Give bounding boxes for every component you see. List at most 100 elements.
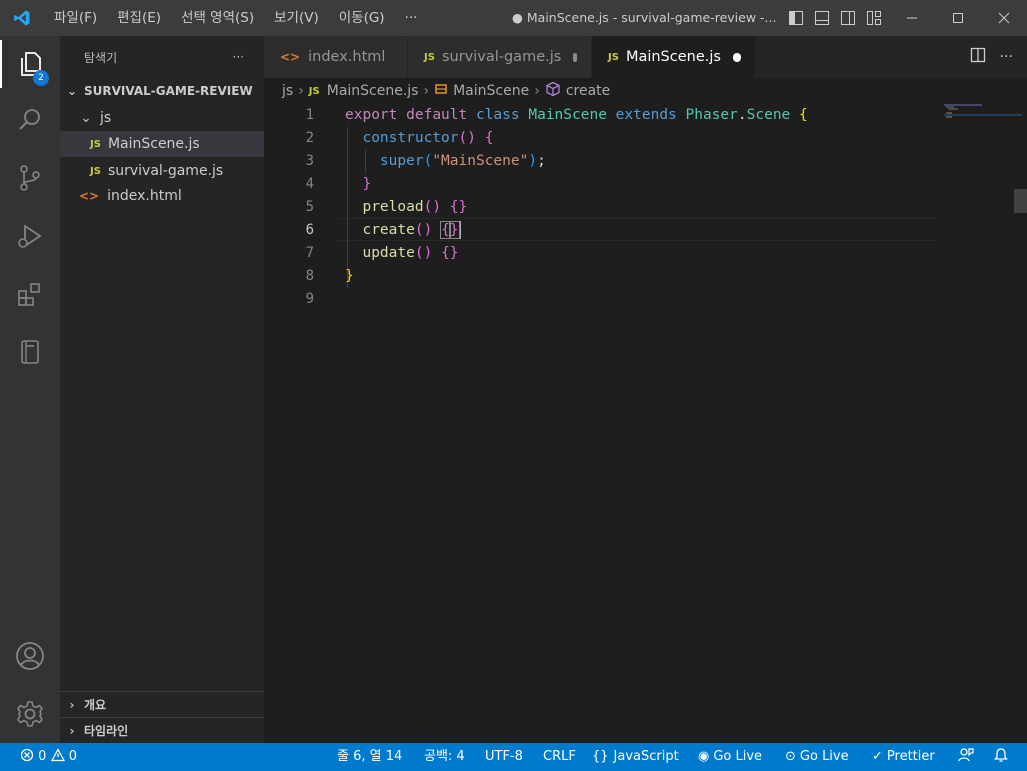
class-symbol-icon [434,82,448,100]
explorer-sidebar: 탐색기 ··· ⌄ SURVIVAL-GAME-REVIEW ⌄ js JS M… [60,36,264,743]
line-number: 8 [305,268,314,284]
workspace-root[interactable]: ⌄ SURVIVAL-GAME-REVIEW [60,78,264,104]
vscode-logo-icon [0,0,44,36]
notifications-bell-icon[interactable] [993,743,1009,771]
code-line: update() {} [362,245,459,261]
menu-edit[interactable]: 편집(E) [107,0,171,36]
notebook-icon[interactable] [0,328,60,376]
tab-index-html[interactable]: <> index.html [264,36,408,78]
breadcrumb: js › JS MainScene.js › MainScene › creat… [264,78,1027,104]
menu-selection[interactable]: 선택 영역(S) [171,0,264,36]
toggle-sidebar-icon[interactable] [786,8,806,28]
window-title: ● MainScene.js - survival-game-review -.… [512,10,777,25]
js-file-icon: JS [424,51,435,63]
error-count: 0 [38,749,47,764]
title-bar: 파일(F) 편집(E) 선택 영역(S) 보기(V) 이동(G) ··· ● M… [0,0,1027,36]
layout-controls [786,8,884,28]
menu-file[interactable]: 파일(F) [44,0,107,36]
tab-mainscene[interactable]: JS MainScene.js [592,36,756,78]
file-item-survival-game[interactable]: JS survival-game.js [60,158,264,184]
maximize-icon[interactable] [935,0,981,36]
chevron-right-icon: › [423,83,430,99]
breadcrumb-class[interactable]: MainScene [453,83,529,99]
toggle-secondary-sidebar-icon[interactable] [838,8,858,28]
breadcrumb-folder[interactable]: js [282,83,293,99]
account-icon[interactable] [0,632,60,680]
encoding[interactable]: UTF-8 [485,743,523,771]
window-controls [889,0,1027,36]
editor-scrollbar[interactable] [1014,189,1027,213]
settings-gear-icon[interactable] [0,690,60,738]
js-file-icon: JS [90,138,101,150]
timeline-panel-header[interactable]: › 타임라인 [60,717,264,743]
file-item-index-html[interactable]: <> index.html [60,183,264,209]
js-file-icon: JS [608,51,619,63]
tab-label: index.html [308,49,386,65]
code-editor[interactable]: 1 2 3 4 5 6 7 8 9 export default class M… [264,104,1027,743]
prettier-button[interactable]: ✓ Prettier [872,743,935,771]
tab-label: MainScene.js [625,49,721,65]
folder-label: js [100,110,112,126]
chevron-down-icon: ⌄ [66,84,78,98]
chevron-right-icon: › [534,83,540,99]
customize-layout-icon[interactable] [864,8,884,28]
play-circle-icon: ⊙ [785,749,796,764]
chevron-right-icon: › [69,723,75,738]
file-item-mainscene[interactable]: JS MainScene.js [60,131,264,157]
code-line: super("MainScene"); [379,153,546,169]
more-actions-icon[interactable]: ··· [1000,49,1013,65]
folder-js[interactable]: ⌄ js [60,105,264,131]
unsaved-dot-icon[interactable] [732,52,741,62]
code-line: preload() {} [362,199,468,215]
go-live-button-2[interactable]: ⊙ Go Live [785,743,849,771]
tab-label: survival-game.js [441,49,562,65]
line-number: 4 [305,176,314,192]
code-line: } [345,268,354,284]
breadcrumb-file[interactable]: MainScene.js [327,83,419,99]
go-live-button-1[interactable]: ◉ Go Live [698,743,762,771]
line-ending[interactable]: CRLF [543,743,576,771]
minimap[interactable] [944,104,1024,124]
code-line: } [362,176,372,192]
line-number: 1 [305,107,314,123]
broadcast-icon: ◉ [698,749,710,764]
toggle-panel-icon[interactable] [812,8,832,28]
extensions-icon[interactable] [0,270,60,318]
menu-bar: 파일(F) 편집(E) 선택 영역(S) 보기(V) 이동(G) ··· [44,0,427,36]
html-file-icon: <> [79,189,100,203]
run-debug-icon[interactable] [0,212,60,260]
problems-indicator[interactable]: 0 0 [20,743,77,771]
outline-panel-header[interactable]: › 개요 [60,691,264,717]
search-icon[interactable] [0,96,60,144]
menu-go[interactable]: 이동(G) [329,0,395,36]
unsaved-dot-icon[interactable] [573,52,577,62]
file-label: index.html [107,188,182,204]
outline-label: 개요 [84,698,107,712]
explorer-badge: 2 [33,70,49,86]
error-icon [20,748,34,764]
language-mode[interactable]: {} JavaScript [592,743,679,771]
explorer-title: 탐색기 [84,50,118,65]
indentation[interactable]: 공백: 4 [424,743,465,771]
menu-view[interactable]: 보기(V) [264,0,329,36]
html-file-icon: <> [280,50,301,64]
minimize-icon[interactable] [889,0,935,36]
explorer-more-button[interactable]: ··· [233,50,244,64]
method-symbol-icon [545,81,561,101]
warning-icon [50,748,65,764]
cursor-position[interactable]: 줄 6, 열 14 [337,743,402,771]
split-editor-icon[interactable] [970,47,986,67]
breadcrumb-method[interactable]: create [566,83,610,99]
source-control-icon[interactable] [0,154,60,202]
line-number: 9 [305,291,314,307]
line-number: 3 [305,153,314,169]
status-bar: 0 0 줄 6, 열 14 공백: 4 UTF-8 CRLF {} JavaScr… [0,743,1027,771]
feedback-icon[interactable] [958,743,974,771]
editor-tab-bar: <> index.html JS survival-game.js JS Mai… [264,36,1027,78]
explorer-icon[interactable]: 2 [0,40,60,88]
close-icon[interactable] [981,0,1027,36]
code-line: constructor() { [362,130,494,146]
tab-survival-game[interactable]: JS survival-game.js [408,36,592,78]
editor-actions: ··· [970,36,1013,78]
menu-more[interactable]: ··· [395,0,428,36]
